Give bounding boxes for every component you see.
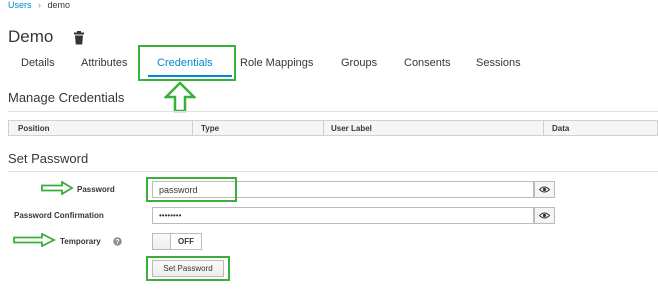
arrow-up-icon xyxy=(162,81,198,113)
column-divider xyxy=(543,121,544,135)
breadcrumb-users-link[interactable]: Users xyxy=(8,0,32,10)
section-divider xyxy=(8,171,658,172)
temporary-label: Temporary xyxy=(60,237,101,246)
tab-sessions[interactable]: Sessions xyxy=(476,57,521,69)
column-divider xyxy=(192,121,193,135)
arrow-right-icon xyxy=(12,232,57,248)
tab-attributes[interactable]: Attributes xyxy=(81,57,127,69)
show-password-button[interactable] xyxy=(534,181,555,198)
breadcrumb-separator: › xyxy=(38,0,42,10)
set-password-title: Set Password xyxy=(8,151,89,166)
tab-details[interactable]: Details xyxy=(21,57,55,69)
eye-icon xyxy=(539,186,550,193)
svg-text:?: ? xyxy=(115,239,119,246)
password-confirmation-label: Password Confirmation xyxy=(14,211,104,220)
page-title: Demo xyxy=(8,27,54,46)
column-header-data: Data xyxy=(552,124,570,133)
password-input-highlight xyxy=(146,177,237,202)
column-divider xyxy=(323,121,324,135)
toggle-state: OFF xyxy=(178,237,194,246)
column-header-type: Type xyxy=(201,124,220,133)
show-confirmation-button[interactable] xyxy=(534,207,555,224)
password-confirmation-input[interactable]: •••••••• xyxy=(152,207,534,224)
breadcrumb-current: demo xyxy=(47,0,71,10)
temporary-toggle[interactable]: OFF xyxy=(152,233,202,250)
credentials-table-header: Position Type User Label Data xyxy=(8,120,658,136)
tab-groups[interactable]: Groups xyxy=(341,57,377,69)
column-header-position: Position xyxy=(18,124,50,133)
manage-credentials-title: Manage Credentials xyxy=(8,90,125,105)
password-label: Password xyxy=(77,185,115,194)
credentials-tab-highlight xyxy=(138,45,236,81)
help-icon[interactable]: ? xyxy=(113,237,122,246)
toggle-handle xyxy=(153,234,171,249)
trash-icon[interactable] xyxy=(73,31,85,45)
tab-role-mappings[interactable]: Role Mappings xyxy=(240,57,313,69)
arrow-right-icon xyxy=(40,180,74,196)
column-header-user-label: User Label xyxy=(331,124,372,133)
section-divider xyxy=(8,111,658,112)
eye-icon xyxy=(539,212,550,219)
set-password-button-highlight xyxy=(146,256,230,281)
breadcrumb: Users › demo xyxy=(8,0,70,10)
tab-consents[interactable]: Consents xyxy=(404,57,450,69)
